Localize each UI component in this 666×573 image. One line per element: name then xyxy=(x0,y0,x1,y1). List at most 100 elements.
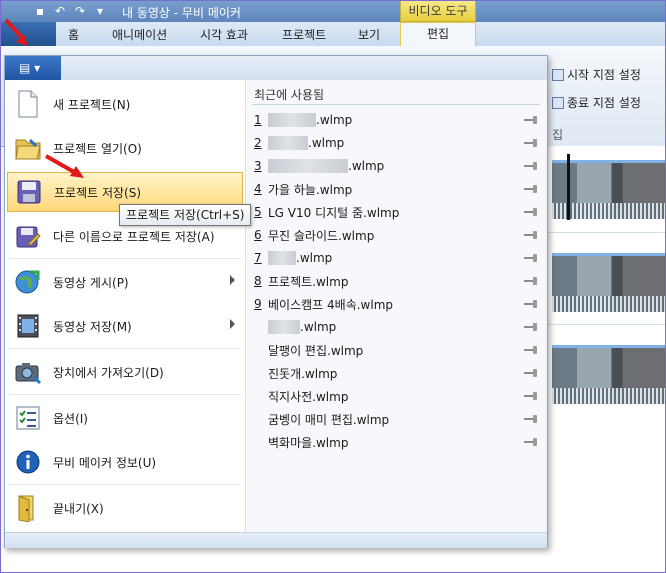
open-folder-icon xyxy=(13,133,43,163)
pin-icon[interactable] xyxy=(524,161,538,171)
recent-file-item[interactable]: .wlmp xyxy=(254,317,538,337)
menu-item-publish-movie[interactable]: 동영상 게시(P) xyxy=(7,262,243,302)
recent-file-item[interactable]: 2 .wlmp xyxy=(254,133,538,153)
pin-icon[interactable] xyxy=(524,322,538,332)
recent-file-name: 진돗개.wlmp xyxy=(268,366,338,381)
menu-item-exit[interactable]: 끝내기(X) xyxy=(7,488,243,528)
recent-file-extension: .wlmp xyxy=(316,112,353,127)
recent-file-name: 달팽이 편집.wlmp xyxy=(268,343,364,358)
recent-file-item[interactable]: 9 베이스캠프 4배속.wlmp xyxy=(254,294,538,314)
recent-file-name: .wlmp xyxy=(268,136,524,151)
tab-animation[interactable]: 애니메이션 xyxy=(112,26,167,43)
recent-file-item[interactable]: 7 .wlmp xyxy=(254,248,538,268)
pin-icon[interactable] xyxy=(524,253,538,263)
recent-file-extension: .wlmp xyxy=(308,135,345,150)
set-end-point-button[interactable]: 종료 지점 설정 xyxy=(552,94,641,111)
tab-home[interactable]: 홈 xyxy=(68,26,79,43)
menu-item-label: 옵션(I) xyxy=(53,411,88,426)
undo-icon[interactable]: ↶ xyxy=(52,3,68,19)
recent-file-number: 2 xyxy=(254,136,262,150)
pin-icon[interactable] xyxy=(524,299,538,309)
menu-item-label: 끝내기(X) xyxy=(53,501,104,516)
tab-view[interactable]: 보기 xyxy=(358,26,380,43)
recent-file-item[interactable]: 직지사전.wlmp xyxy=(254,386,538,406)
redacted-text xyxy=(268,320,300,335)
recent-file-name: 가을 하늘.wlmp xyxy=(268,182,353,197)
pin-icon[interactable] xyxy=(524,207,538,217)
recent-file-extension: .wlmp xyxy=(300,319,337,334)
set-start-point-button[interactable]: 시작 지점 설정 xyxy=(552,66,641,83)
qat-dropdown-icon[interactable]: ▾ xyxy=(92,3,108,19)
redo-icon[interactable]: ↷ xyxy=(72,3,88,19)
pin-icon[interactable] xyxy=(524,345,538,355)
menu-item-label: 다른 이름으로 프로젝트 저장(A) xyxy=(53,229,215,244)
contextual-tab-group: 비디오 도구 xyxy=(400,0,476,22)
window-title: 내 동영상 - 무비 메이커 xyxy=(122,6,241,20)
submenu-arrow-icon xyxy=(230,275,235,285)
pin-icon[interactable] xyxy=(524,138,538,148)
recent-file-name: 굼벵이 매미 편집.wlmp xyxy=(268,412,390,427)
save-as-icon xyxy=(13,221,43,251)
audio-waveform xyxy=(552,296,666,312)
recent-file-item[interactable]: 굼벵이 매미 편집.wlmp xyxy=(254,409,538,429)
title-bar: ▪ ↶ ↷ ▾ 내 동영상 - 무비 메이커 xyxy=(0,0,666,22)
recent-file-item[interactable]: 5 LG V10 디지털 줌.wlmp xyxy=(254,202,538,222)
menu-item-about[interactable]: 무비 메이커 정보(U) xyxy=(7,442,243,482)
pin-icon[interactable] xyxy=(524,414,538,424)
recent-file-name: 무진 슬라이드.wlmp xyxy=(268,228,375,243)
redacted-text xyxy=(268,159,348,174)
tab-visual-effects[interactable]: 시각 효과 xyxy=(200,26,248,43)
menu-item-save-movie[interactable]: 동영상 저장(M) xyxy=(7,306,243,346)
menu-item-options[interactable]: 옵션(I) xyxy=(7,398,243,438)
exit-door-icon xyxy=(13,493,43,523)
recent-file-name: LG V10 디지털 줌.wlmp xyxy=(268,205,400,220)
menu-item-label: 동영상 게시(P) xyxy=(53,275,129,290)
recent-file-item[interactable]: 벽화마을.wlmp xyxy=(254,432,538,452)
pin-icon[interactable] xyxy=(524,184,538,194)
recent-files-title: 최근에 사용됨 xyxy=(254,88,325,102)
menu-item-label: 동영상 저장(M) xyxy=(53,319,132,334)
pin-icon[interactable] xyxy=(524,391,538,401)
menu-item-new-project[interactable]: 새 프로젝트(N) xyxy=(7,84,243,124)
audio-waveform xyxy=(552,388,666,404)
recent-file-item[interactable]: 1 .wlmp xyxy=(254,110,538,130)
application-menu-button[interactable]: ▤ ▾ xyxy=(5,56,61,80)
storyboard-clip[interactable] xyxy=(552,345,666,404)
recent-file-extension: .wlmp xyxy=(296,250,333,265)
menu-separator xyxy=(9,348,241,349)
camera-import-icon xyxy=(13,357,43,387)
recent-file-number: 5 xyxy=(254,205,262,219)
pin-icon[interactable] xyxy=(524,437,538,447)
playhead[interactable] xyxy=(567,154,570,220)
save-icon[interactable]: ▪ xyxy=(32,3,48,19)
recent-files-divider xyxy=(252,104,540,105)
storyboard-clip[interactable] xyxy=(552,253,666,312)
recent-file-number: 8 xyxy=(254,274,262,288)
menu-item-label: 무비 메이커 정보(U) xyxy=(53,455,157,470)
menu-commands-pane: 새 프로젝트(N) 프로젝트 열기(O) 프로젝트 저장(S) 다른 이름으로 … xyxy=(5,80,246,532)
pin-icon[interactable] xyxy=(524,230,538,240)
recent-file-item[interactable]: 달팽이 편집.wlmp xyxy=(254,340,538,360)
pin-icon[interactable] xyxy=(524,368,538,378)
recent-file-item[interactable]: 8 프로젝트.wlmp xyxy=(254,271,538,291)
recent-file-name: 프로젝트.wlmp xyxy=(268,274,349,289)
recent-file-item[interactable]: 4 가을 하늘.wlmp xyxy=(254,179,538,199)
submenu-arrow-icon xyxy=(230,319,235,329)
recent-file-item[interactable]: 6 무진 슬라이드.wlmp xyxy=(254,225,538,245)
pin-icon[interactable] xyxy=(524,115,538,125)
storyboard-divider xyxy=(548,324,666,325)
tab-project[interactable]: 프로젝트 xyxy=(282,26,326,43)
menu-item-label: 프로젝트 저장(S) xyxy=(54,185,142,200)
tab-edit[interactable]: 편집 xyxy=(400,22,476,46)
recent-file-item[interactable]: 진돗개.wlmp xyxy=(254,363,538,383)
menu-item-open-project[interactable]: 프로젝트 열기(O) xyxy=(7,128,243,168)
film-save-icon xyxy=(13,311,43,341)
recent-file-number: 6 xyxy=(254,228,262,242)
recent-file-item[interactable]: 3 .wlmp xyxy=(254,156,538,176)
globe-publish-icon xyxy=(13,267,43,297)
application-menu: ▤ ▾ 새 프로젝트(N) 프로젝트 열기(O) 프로젝트 저장(S) 다른 이… xyxy=(4,55,548,548)
menu-item-import-from-device[interactable]: 장치에서 가져오기(D) xyxy=(7,352,243,392)
save-disk-icon xyxy=(14,177,44,207)
pin-icon[interactable] xyxy=(524,276,538,286)
save-tooltip: 프로젝트 저장(Ctrl+S) xyxy=(119,204,252,226)
